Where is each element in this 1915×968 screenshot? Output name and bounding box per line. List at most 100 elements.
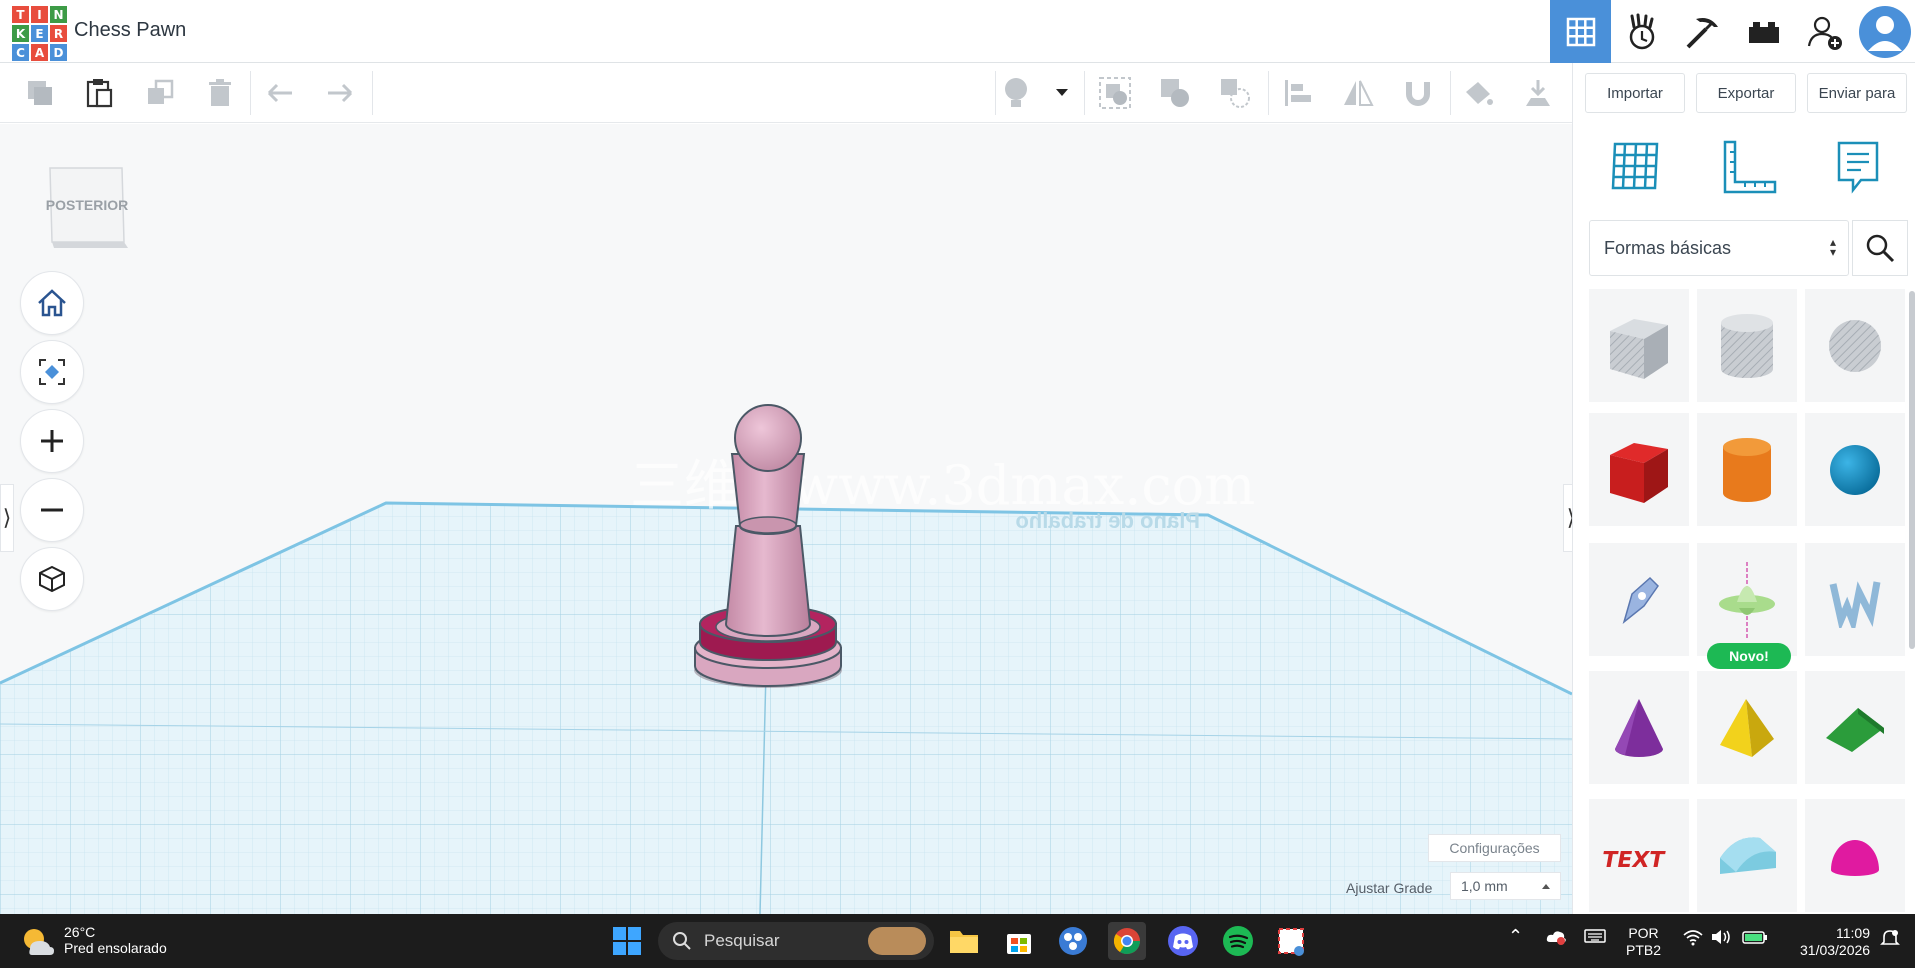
svg-text:TEXT: TEXT [1603, 847, 1666, 873]
zoom-in-button[interactable] [20, 409, 84, 473]
box-hole-shape[interactable] [1589, 289, 1689, 402]
keyboard-layout: PTB2 [1626, 942, 1662, 958]
redo-icon[interactable] [322, 75, 358, 111]
discord-icon[interactable] [1164, 922, 1202, 960]
workplane-canvas[interactable]: Plano de trabalho 三维网www.3dmax.com [0, 124, 1572, 914]
logo-letter: T [12, 6, 29, 23]
import-button[interactable]: Importar [1585, 73, 1685, 113]
left-panel-toggle[interactable]: ⟩ [0, 484, 14, 552]
box-shape[interactable] [1589, 413, 1689, 526]
project-title[interactable]: Chess Pawn [74, 19, 186, 42]
spotify-icon[interactable] [1219, 922, 1257, 960]
union-icon[interactable] [1157, 75, 1193, 111]
shapes-panel: Importar Exportar Enviar para Formas bás… [1572, 63, 1915, 914]
paint-icon[interactable] [1460, 75, 1496, 111]
paraboloid-shape[interactable] [1805, 799, 1905, 912]
select-arrows-icon: ▴ ▾ [1829, 235, 1836, 259]
snipping-tool-icon[interactable] [1272, 922, 1310, 960]
new-badge: Novo! [1707, 643, 1791, 669]
brick-icon[interactable] [1733, 0, 1794, 63]
watermark: 三维网www.3dmax.com [630, 454, 1255, 517]
hole-icon[interactable] [1217, 75, 1253, 111]
user-avatar-icon[interactable] [1855, 0, 1915, 63]
logo-letter: A [31, 44, 48, 61]
tray-chevron-icon[interactable]: ⌃ [1508, 926, 1523, 947]
windows-taskbar: 26°C Pred ensolarado Pesquisar ⌃ POR PTB… [0, 914, 1915, 968]
search-icon [673, 932, 691, 950]
group-icon[interactable] [1097, 75, 1133, 111]
volume-icon[interactable] [1710, 928, 1732, 949]
pyramid-shape[interactable] [1697, 671, 1797, 784]
ruler-icon[interactable] [1721, 140, 1777, 201]
activity-icon[interactable] [1611, 0, 1672, 63]
half-cylinder-shape[interactable] [1697, 799, 1797, 912]
fit-view-button[interactable] [20, 340, 84, 404]
tinkercad-logo[interactable]: TIN KER CAD [12, 6, 67, 61]
roof-shape[interactable] [1805, 671, 1905, 784]
zoom-out-button[interactable] [20, 478, 84, 542]
orthographic-button[interactable] [20, 547, 84, 611]
app-icon[interactable] [1054, 922, 1092, 960]
mirror-icon[interactable] [1340, 75, 1376, 111]
send-to-button[interactable]: Enviar para [1807, 73, 1907, 113]
magnet-icon[interactable] [1400, 75, 1436, 111]
drop-to-workplane-icon[interactable] [1520, 75, 1556, 111]
file-explorer-icon[interactable] [945, 922, 983, 960]
battery-icon[interactable] [1742, 928, 1768, 949]
notes-icon[interactable] [1835, 140, 1881, 199]
editor-toolbar [0, 63, 1572, 123]
workplane-icon[interactable] [1609, 140, 1661, 197]
caret-up-icon [1542, 884, 1550, 889]
snap-grid-select[interactable]: 1,0 mm [1450, 872, 1561, 900]
settings-button[interactable]: Configurações [1428, 834, 1561, 862]
store-icon[interactable] [1000, 922, 1038, 960]
app-header: TIN KER CAD Chess Pawn [0, 0, 1915, 63]
grid-view-icon[interactable] [1550, 0, 1611, 63]
header-actions [1550, 0, 1915, 63]
taskbar-search-placeholder: Pesquisar [704, 931, 780, 950]
cylinder-hole-shape[interactable] [1697, 289, 1797, 402]
logo-letter: D [50, 44, 67, 61]
windows-start-icon[interactable] [608, 922, 646, 960]
logo-letter: R [50, 25, 67, 42]
align-icon[interactable] [1280, 75, 1316, 111]
pickaxe-icon[interactable] [1672, 0, 1733, 63]
system-clock[interactable]: 11:09 31/03/2026 [1800, 925, 1870, 959]
sphere-shape[interactable] [1805, 413, 1905, 526]
keyboard-icon[interactable] [1584, 928, 1606, 947]
text-3d-shape[interactable] [1805, 543, 1905, 656]
light-bulb-icon[interactable] [998, 75, 1034, 111]
wifi-icon[interactable] [1682, 928, 1704, 949]
shapes-scrollbar[interactable] [1909, 291, 1915, 649]
input-language[interactable]: POR PTB2 [1626, 925, 1661, 959]
view-cube[interactable]: POSTERIOR [46, 164, 128, 249]
chrome-icon[interactable] [1108, 922, 1146, 960]
export-button[interactable]: Exportar [1696, 73, 1796, 113]
right-panel-toggle[interactable]: ⟩ [1563, 484, 1572, 552]
snap-grid-value: 1,0 mm [1461, 878, 1508, 894]
add-user-icon[interactable] [1794, 0, 1855, 63]
duplicate-icon[interactable] [142, 75, 178, 111]
taskbar-search[interactable]: Pesquisar [658, 922, 934, 960]
dropdown-icon[interactable] [1048, 75, 1076, 111]
scribble-shape[interactable] [1589, 543, 1689, 656]
shape-category-select[interactable]: Formas básicas ▴ ▾ [1589, 220, 1849, 276]
cone-shape[interactable] [1589, 671, 1689, 784]
cylinder-shape[interactable] [1697, 413, 1797, 526]
logo-letter: N [50, 6, 67, 23]
3d-viewport[interactable]: Plano de trabalho 三维网www.3dmax.com POSTE… [0, 124, 1572, 914]
weather-widget[interactable]: 26°C Pred ensolarado [20, 924, 167, 956]
parametric-shape[interactable]: Novo! [1697, 543, 1797, 669]
undo-icon[interactable] [262, 75, 298, 111]
home-view-button[interactable] [20, 271, 84, 335]
copy-icon[interactable] [22, 75, 58, 111]
notification-icon[interactable] [1880, 928, 1900, 951]
text-shape[interactable]: TEXT [1589, 799, 1689, 912]
paste-icon[interactable] [82, 75, 118, 111]
onedrive-icon[interactable] [1545, 928, 1567, 949]
sphere-hole-shape[interactable] [1805, 289, 1905, 402]
shape-search-button[interactable] [1852, 220, 1908, 276]
svg-text:POSTERIOR: POSTERIOR [46, 197, 128, 213]
shape-category-value: Formas básicas [1604, 237, 1732, 258]
trash-icon[interactable] [202, 75, 238, 111]
